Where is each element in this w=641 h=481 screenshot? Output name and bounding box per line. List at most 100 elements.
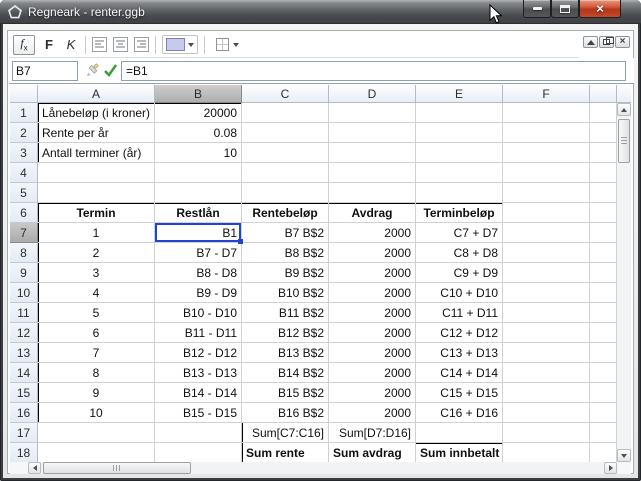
cell-E8[interactable]: C8 + D8 xyxy=(416,243,503,263)
cell-B10[interactable]: B9 - D9 xyxy=(155,283,242,303)
cell-reference-box[interactable] xyxy=(12,61,78,81)
cell-D15[interactable]: 2000 xyxy=(329,383,416,403)
scroll-right-button[interactable] xyxy=(604,462,617,474)
cell-G16[interactable] xyxy=(590,403,617,423)
cell-G3[interactable] xyxy=(590,143,617,163)
cell-A1[interactable]: Lånebeløp (i kroner) xyxy=(38,103,155,123)
row-header-2[interactable]: 2 xyxy=(10,123,38,143)
row-header-16[interactable]: 16 xyxy=(10,403,38,423)
scroll-down-button[interactable] xyxy=(617,449,631,462)
cell-C16[interactable]: B16 B$2 xyxy=(242,403,329,423)
cell-F11[interactable] xyxy=(503,303,590,323)
cell-C6[interactable]: Rentebeløp xyxy=(242,203,329,223)
cell-B6[interactable]: Restlån xyxy=(155,203,242,223)
italic-button[interactable]: K xyxy=(63,35,79,55)
cell-A13[interactable]: 7 xyxy=(38,343,155,363)
row-header-9[interactable]: 9 xyxy=(10,263,38,283)
cell-D2[interactable] xyxy=(329,123,416,143)
cell-D1[interactable] xyxy=(329,103,416,123)
cell-B3[interactable]: 10 xyxy=(155,143,242,163)
cell-F15[interactable] xyxy=(503,383,590,403)
cell-C12[interactable]: B12 B$2 xyxy=(242,323,329,343)
cell-B18[interactable] xyxy=(155,443,242,463)
cell-F1[interactable] xyxy=(503,103,590,123)
cell-B5[interactable] xyxy=(155,183,242,203)
show-input-bar-button[interactable]: fx xyxy=(13,34,35,55)
bold-button[interactable]: F xyxy=(41,35,57,55)
cell-F14[interactable] xyxy=(503,363,590,383)
column-header-partial[interactable] xyxy=(590,85,617,103)
row-header-18[interactable]: 18 xyxy=(10,443,38,463)
cell-D10[interactable]: 2000 xyxy=(329,283,416,303)
cell-G14[interactable] xyxy=(590,363,617,383)
cell-A8[interactable]: 2 xyxy=(38,243,155,263)
cell-G12[interactable] xyxy=(590,323,617,343)
row-header-17[interactable]: 17 xyxy=(10,423,38,443)
row-header-4[interactable]: 4 xyxy=(10,163,38,183)
cell-D6[interactable]: Avdrag xyxy=(329,203,416,223)
cell-D18[interactable]: Sum avdrag xyxy=(329,443,416,463)
column-header-A[interactable]: A xyxy=(38,85,155,103)
cell-E5[interactable] xyxy=(416,183,503,203)
cell-F18[interactable] xyxy=(503,443,590,463)
minimize-button[interactable] xyxy=(523,0,551,18)
cell-B1[interactable]: 20000 xyxy=(155,103,242,123)
cell-A2[interactable]: Rente per år xyxy=(38,123,155,143)
cell-A18[interactable] xyxy=(38,443,155,463)
cell-A5[interactable] xyxy=(38,183,155,203)
column-header-E[interactable]: E xyxy=(416,85,503,103)
cell-E4[interactable] xyxy=(416,163,503,183)
scroll-up-button[interactable] xyxy=(617,103,631,116)
cell-E1[interactable] xyxy=(416,103,503,123)
cell-F10[interactable] xyxy=(503,283,590,303)
panel-close-button[interactable]: × xyxy=(615,36,630,48)
cell-C18[interactable]: Sum rente xyxy=(242,443,329,463)
vertical-scrollbar-thumb[interactable] xyxy=(618,119,630,163)
cell-C15[interactable]: B15 B$2 xyxy=(242,383,329,403)
cell-B9[interactable]: B8 - D8 xyxy=(155,263,242,283)
grid-corner[interactable] xyxy=(10,85,38,103)
cell-C9[interactable]: B9 B$2 xyxy=(242,263,329,283)
cell-D5[interactable] xyxy=(329,183,416,203)
cell-B16[interactable]: B15 - D15 xyxy=(155,403,242,423)
vertical-scrollbar[interactable] xyxy=(617,103,631,462)
cell-G9[interactable] xyxy=(590,263,617,283)
column-header-D[interactable]: D xyxy=(329,85,416,103)
spreadsheet-grid[interactable]: ABCDEF 1 Lånebeløp (i kroner) 20000 2 Rente … xyxy=(10,85,617,463)
cell-F6[interactable] xyxy=(503,203,590,223)
cell-E2[interactable] xyxy=(416,123,503,143)
cell-C13[interactable]: B13 B$2 xyxy=(242,343,329,363)
cell-G8[interactable] xyxy=(590,243,617,263)
cell-G2[interactable] xyxy=(590,123,617,143)
cell-B11[interactable]: B10 - D10 xyxy=(155,303,242,323)
cell-E13[interactable]: C13 + D13 xyxy=(416,343,503,363)
cell-G10[interactable] xyxy=(590,283,617,303)
background-color-button[interactable] xyxy=(162,35,198,54)
cell-D17[interactable]: Sum[D7:D16] xyxy=(329,423,416,443)
cell-E17[interactable] xyxy=(416,423,503,443)
align-left-button[interactable] xyxy=(92,37,107,52)
row-header-6[interactable]: 6 xyxy=(10,203,38,223)
cell-A14[interactable]: 8 xyxy=(38,363,155,383)
column-header-B[interactable]: B xyxy=(155,85,242,103)
formula-input[interactable] xyxy=(121,61,626,81)
panel-collapse-button[interactable] xyxy=(583,36,598,48)
cell-G18[interactable] xyxy=(590,443,617,463)
cell-D16[interactable]: 2000 xyxy=(329,403,416,423)
cell-C7[interactable]: B7 B$2 xyxy=(242,223,329,243)
cell-F4[interactable] xyxy=(503,163,590,183)
cell-C10[interactable]: B10 B$2 xyxy=(242,283,329,303)
cell-E14[interactable]: C14 + D14 xyxy=(416,363,503,383)
row-header-12[interactable]: 12 xyxy=(10,323,38,343)
cell-E6[interactable]: Terminbeløp xyxy=(416,203,503,223)
cell-D11[interactable]: 2000 xyxy=(329,303,416,323)
column-header-C[interactable]: C xyxy=(242,85,329,103)
close-button[interactable]: × xyxy=(579,0,621,18)
cell-A6[interactable]: Termin xyxy=(38,203,155,223)
cell-F13[interactable] xyxy=(503,343,590,363)
cell-F17[interactable] xyxy=(503,423,590,443)
cell-G1[interactable] xyxy=(590,103,617,123)
horizontal-scrollbar[interactable] xyxy=(28,462,617,474)
cell-A9[interactable]: 3 xyxy=(38,263,155,283)
row-header-15[interactable]: 15 xyxy=(10,383,38,403)
